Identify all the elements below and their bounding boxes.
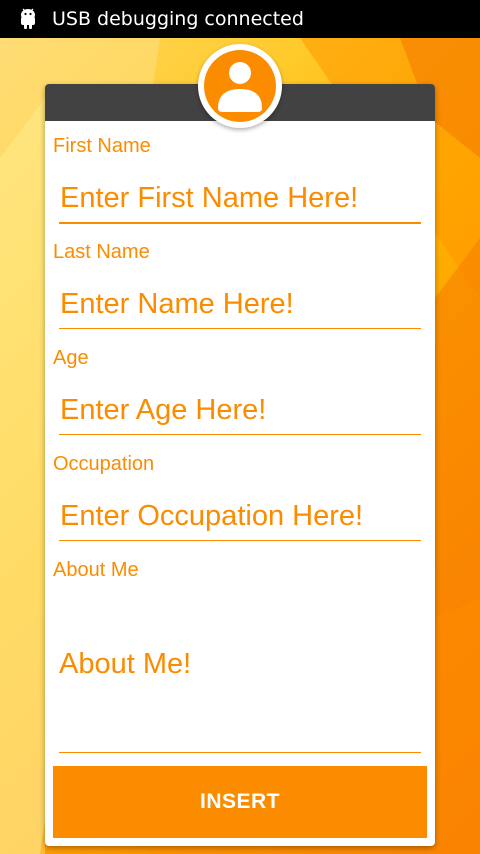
insert-button[interactable]: INSERT: [53, 766, 427, 838]
status-text: USB debugging connected: [52, 8, 304, 30]
about-me-input[interactable]: [59, 647, 421, 694]
first-name-label: First Name: [53, 135, 151, 157]
avatar: [198, 44, 282, 128]
about-me-field[interactable]: [59, 589, 421, 753]
occupation-label: Occupation: [53, 453, 155, 475]
profile-form-card: First Name Last Name Age Occupation Abou…: [45, 84, 435, 846]
age-input[interactable]: [59, 392, 421, 435]
last-name-label: Last Name: [53, 241, 150, 263]
occupation-input[interactable]: [59, 498, 421, 541]
first-name-input[interactable]: [59, 180, 421, 224]
user-avatar-icon: [204, 50, 276, 122]
status-bar: USB debugging connected: [0, 0, 480, 38]
android-debug-icon: [18, 7, 38, 31]
last-name-input[interactable]: [59, 286, 421, 329]
about-me-label: About Me: [53, 559, 139, 581]
age-label: Age: [53, 347, 89, 369]
